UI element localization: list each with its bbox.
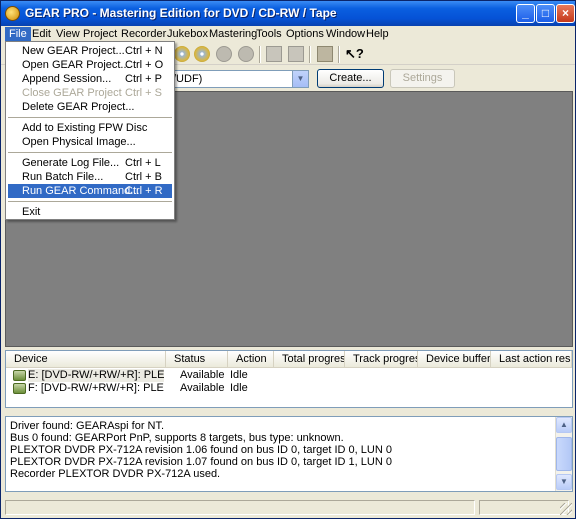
- menu-item-label: New GEAR Project...: [22, 45, 125, 57]
- menu-separator: [8, 117, 172, 118]
- device-status: Available: [180, 382, 225, 394]
- drive-icon: [13, 383, 26, 394]
- folder-icon[interactable]: [317, 46, 333, 62]
- maximize-button[interactable]: □: [536, 4, 555, 23]
- toolbar-separator: [309, 46, 311, 63]
- device-action: Idle: [230, 369, 248, 381]
- toolbar-separator: [338, 46, 340, 63]
- menu-item-label: Open Physical Image...: [22, 136, 136, 148]
- chevron-down-icon[interactable]: ▼: [292, 71, 308, 87]
- menu-item-generate-log[interactable]: Generate Log File... Ctrl + L: [8, 156, 172, 170]
- log-line: Recorder PLEXTOR DVDR PX-712A used.: [10, 468, 221, 480]
- device-list-header: Device Status Action Total progress Trac…: [6, 351, 572, 368]
- gray-disc-2-icon[interactable]: [238, 46, 254, 62]
- col-last-action-result[interactable]: Last action result: [491, 351, 572, 368]
- menu-item-run-batch[interactable]: Run Batch File... Ctrl + B: [8, 170, 172, 184]
- menu-item-label: Close GEAR Project: [22, 87, 122, 99]
- menu-separator: [8, 152, 172, 153]
- menu-edit[interactable]: Edit: [28, 27, 55, 42]
- log-line: PLEXTOR DVDR PX-712A revision 1.06 found…: [10, 444, 392, 456]
- app-icon[interactable]: [5, 6, 20, 21]
- menu-item-delete-project[interactable]: Delete GEAR Project...: [8, 100, 172, 114]
- col-action[interactable]: Action: [228, 351, 274, 368]
- format-select[interactable]: /UDF) ▼: [161, 70, 309, 88]
- status-pane-main: [5, 500, 475, 515]
- menu-item-run-gear-command[interactable]: Run GEAR Command... Ctrl + R: [8, 184, 172, 198]
- resize-grip-icon[interactable]: [560, 503, 572, 515]
- scroll-thumb[interactable]: [556, 437, 572, 471]
- device-row[interactable]: F: [DVD-RW/+RW/+R]: PLEXT... Available I…: [6, 382, 572, 395]
- create-button[interactable]: Create...: [317, 69, 384, 88]
- format-select-value: /UDF): [173, 73, 203, 85]
- menu-separator: [8, 201, 172, 202]
- menu-item-shortcut: Ctrl + O: [125, 59, 164, 71]
- menu-item-label: Append Session...: [22, 73, 112, 85]
- col-device-buffer[interactable]: Device buffer: [418, 351, 491, 368]
- menu-item-label: Run GEAR Command...: [22, 185, 140, 197]
- gray-box-icon[interactable]: [266, 46, 282, 62]
- device-row[interactable]: E: [DVD-RW/+RW/+R]: PLEX... Available Id…: [6, 369, 572, 382]
- col-total-progress[interactable]: Total progress: [274, 351, 345, 368]
- menu-item-label: Generate Log File...: [22, 157, 120, 169]
- scroll-down-icon[interactable]: ▼: [556, 474, 572, 490]
- menu-item-shortcut: Ctrl + N: [125, 45, 163, 57]
- log-line: PLEXTOR DVDR PX-712A revision 1.07 found…: [10, 456, 392, 468]
- log-line: Driver found: GEARAspi for NT.: [10, 420, 165, 432]
- title-bar[interactable]: GEAR PRO - Mastering Edition for DVD / C…: [1, 1, 575, 26]
- menu-item-open-physical-image[interactable]: Open Physical Image...: [8, 135, 172, 149]
- help-pointer-icon[interactable]: ↖?: [345, 46, 364, 62]
- menu-help[interactable]: Help: [362, 27, 393, 42]
- device-list[interactable]: Device Status Action Total progress Trac…: [5, 350, 573, 408]
- file-menu-dropdown: New GEAR Project... Ctrl + N Open GEAR P…: [5, 41, 175, 220]
- app-window: GEAR PRO - Mastering Edition for DVD / C…: [0, 0, 576, 519]
- toolbar-separator: [259, 46, 261, 63]
- menu-item-new-project[interactable]: New GEAR Project... Ctrl + N: [8, 44, 172, 58]
- device-status: Available: [180, 369, 225, 381]
- log-line: Bus 0 found: GEARPort PnP, supports 8 ta…: [10, 432, 344, 444]
- menu-item-exit[interactable]: Exit: [8, 205, 172, 219]
- menu-item-close-project: Close GEAR Project Ctrl + S: [8, 86, 172, 100]
- window-title: GEAR PRO - Mastering Edition for DVD / C…: [25, 6, 337, 20]
- menu-item-label: Open GEAR Project...: [22, 59, 130, 71]
- col-track-progress[interactable]: Track progress: [345, 351, 418, 368]
- menu-item-add-fpw-disc[interactable]: Add to Existing FPW Disc: [8, 121, 172, 135]
- device-action: Idle: [230, 382, 248, 394]
- menu-project[interactable]: Project: [79, 27, 121, 42]
- menu-tools[interactable]: Tools: [252, 27, 286, 42]
- disc-icon[interactable]: [174, 46, 190, 62]
- menu-item-label: Delete GEAR Project...: [22, 101, 135, 113]
- settings-button[interactable]: Settings: [390, 69, 455, 88]
- menu-item-label: Exit: [22, 206, 41, 218]
- menu-item-shortcut: Ctrl + R: [125, 185, 163, 197]
- col-status[interactable]: Status: [166, 351, 228, 368]
- menu-item-shortcut: Ctrl + L: [125, 157, 161, 169]
- menu-item-open-project[interactable]: Open GEAR Project... Ctrl + O: [8, 58, 172, 72]
- disc-copy-icon[interactable]: [194, 46, 210, 62]
- log-panel[interactable]: Driver found: GEARAspi for NT. Bus 0 fou…: [5, 416, 573, 492]
- gray-list-icon[interactable]: [288, 46, 304, 62]
- menu-item-shortcut: Ctrl + S: [125, 87, 162, 99]
- menu-item-shortcut: Ctrl + B: [125, 171, 162, 183]
- gray-disc-icon[interactable]: [216, 46, 232, 62]
- status-bar: [3, 498, 573, 516]
- help-glyph: ?: [355, 46, 364, 61]
- menu-item-append-session[interactable]: Append Session... Ctrl + P: [8, 72, 172, 86]
- device-name: F: [DVD-RW/+RW/+R]: PLEXT...: [28, 382, 164, 394]
- minimize-button[interactable]: _: [516, 4, 535, 23]
- log-lines: Driver found: GEARAspi for NT. Bus 0 fou…: [10, 420, 550, 480]
- scroll-up-icon[interactable]: ▲: [556, 417, 572, 433]
- status-pane-secondary: [479, 500, 569, 515]
- menu-item-label: Run Batch File...: [22, 171, 104, 183]
- drive-icon: [13, 370, 26, 381]
- col-device[interactable]: Device: [6, 351, 166, 368]
- menu-item-label: Add to Existing FPW Disc: [22, 122, 148, 134]
- log-scrollbar[interactable]: ▲ ▼: [555, 417, 572, 491]
- menu-file[interactable]: File: [5, 27, 31, 42]
- close-button[interactable]: ×: [556, 4, 575, 23]
- menu-item-shortcut: Ctrl + P: [125, 73, 162, 85]
- device-name: E: [DVD-RW/+RW/+R]: PLEX...: [28, 369, 164, 382]
